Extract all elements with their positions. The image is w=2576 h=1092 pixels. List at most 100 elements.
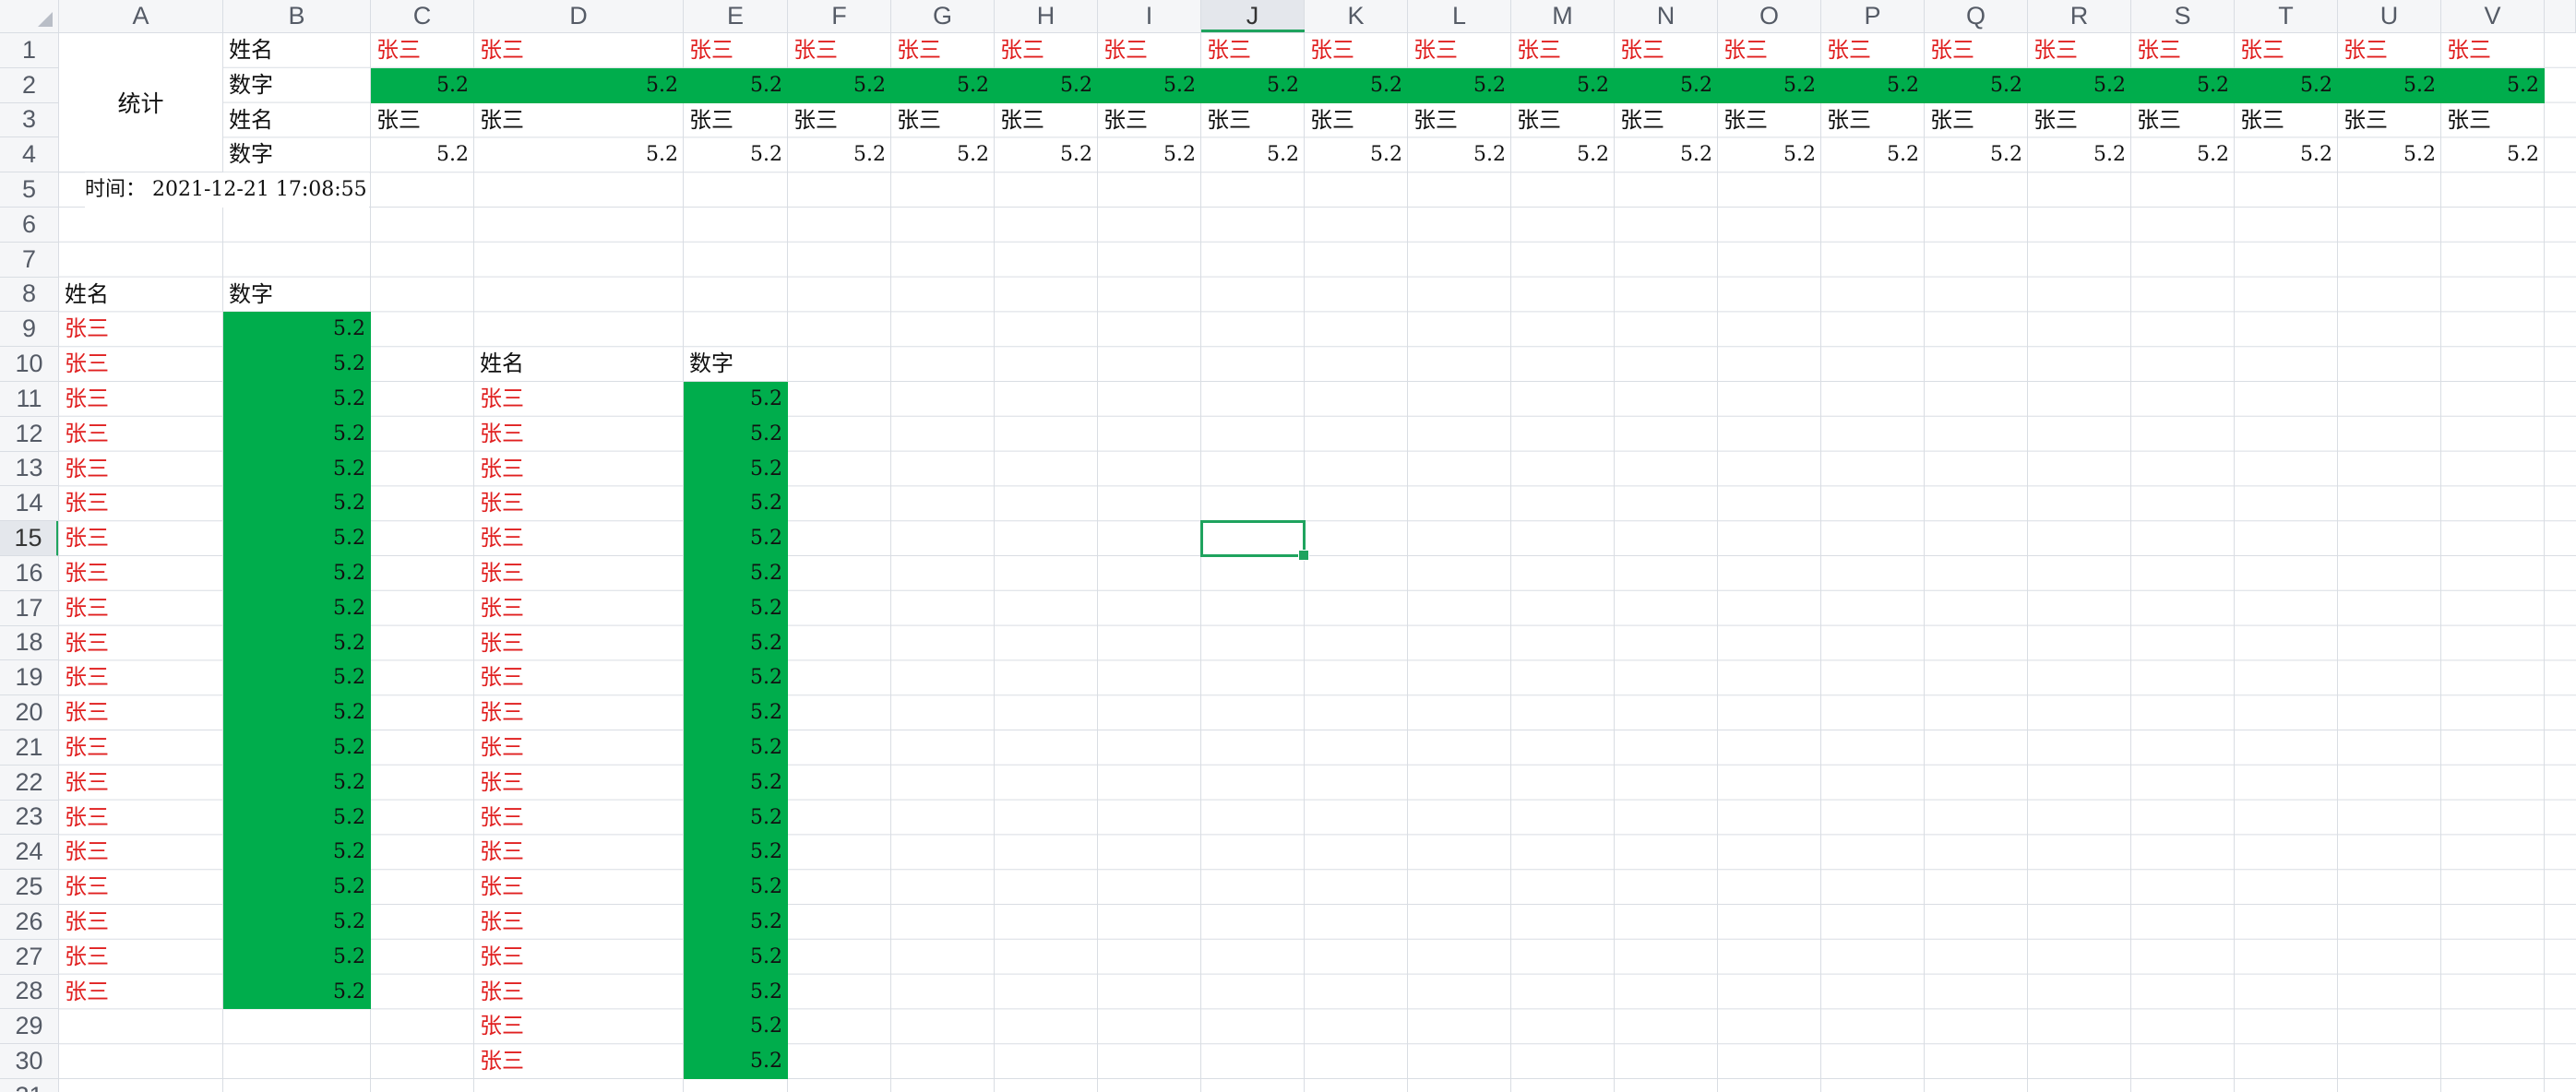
row-header-31[interactable]: 31 xyxy=(0,1079,59,1092)
row-header-9[interactable]: 9 xyxy=(0,312,59,348)
name-cell-h1[interactable]: 张三 xyxy=(995,33,1098,68)
table1-name-cell[interactable]: 张三 xyxy=(59,940,223,975)
name-cell-f1[interactable]: 张三 xyxy=(788,33,891,68)
number-cell-m4[interactable]: 5.2 xyxy=(1511,137,1615,172)
table1-number-cell[interactable]: 5.2 xyxy=(223,347,371,382)
column-header-u[interactable]: U xyxy=(2338,0,2441,33)
name-cell-c1[interactable]: 张三 xyxy=(371,33,474,68)
number-cell-n2[interactable]: 5.2 xyxy=(1615,67,1718,103)
table2-name-cell[interactable]: 张三 xyxy=(474,730,684,766)
table2-name-cell[interactable]: 张三 xyxy=(474,556,684,591)
table1-name-cell[interactable]: 张三 xyxy=(59,591,223,626)
table2-name-cell[interactable]: 张三 xyxy=(474,766,684,801)
number-cell-l2[interactable]: 5.2 xyxy=(1408,67,1511,103)
table2-number-cell[interactable]: 5.2 xyxy=(684,660,788,696)
table2-number-cell[interactable]: 5.2 xyxy=(684,625,788,661)
table1-header-name[interactable]: 姓名 xyxy=(59,278,223,313)
name-cell-u1[interactable]: 张三 xyxy=(2338,33,2441,68)
number-cell-v4[interactable]: 5.2 xyxy=(2441,137,2545,172)
table1-name-cell[interactable]: 张三 xyxy=(59,801,223,836)
table1-number-cell[interactable]: 5.2 xyxy=(223,765,371,801)
number-cell-g2[interactable]: 5.2 xyxy=(891,67,995,103)
table1-number-cell[interactable]: 5.2 xyxy=(223,939,371,975)
row-header-28[interactable]: 28 xyxy=(0,974,59,1010)
number-cell-h4[interactable]: 5.2 xyxy=(995,137,1098,172)
column-header-c[interactable]: C xyxy=(371,0,474,33)
name-cell-v3[interactable]: 张三 xyxy=(2441,103,2545,138)
table1-number-cell[interactable]: 5.2 xyxy=(223,521,371,556)
number-cell-t4[interactable]: 5.2 xyxy=(2235,137,2338,172)
table1-name-cell[interactable]: 张三 xyxy=(59,975,223,1010)
fill-handle[interactable] xyxy=(1298,549,1309,561)
name-cell-g3[interactable]: 张三 xyxy=(891,103,995,138)
table1-name-cell[interactable]: 张三 xyxy=(59,521,223,556)
label-number-row2[interactable]: 数字 xyxy=(223,68,371,103)
name-cell-j1[interactable]: 张三 xyxy=(1201,33,1305,68)
number-cell-e2[interactable]: 5.2 xyxy=(684,67,788,103)
row-header-7[interactable]: 7 xyxy=(0,242,59,278)
table2-name-cell[interactable]: 张三 xyxy=(474,486,684,521)
table2-number-cell[interactable]: 5.2 xyxy=(684,1009,788,1045)
number-cell-o4[interactable]: 5.2 xyxy=(1718,137,1821,172)
number-cell-g4[interactable]: 5.2 xyxy=(891,137,995,172)
table1-number-cell[interactable]: 5.2 xyxy=(223,625,371,661)
table2-number-cell[interactable]: 5.2 xyxy=(684,382,788,417)
number-cell-j4[interactable]: 5.2 xyxy=(1201,137,1305,172)
row-header-8[interactable]: 8 xyxy=(0,277,59,313)
table2-number-cell[interactable]: 5.2 xyxy=(684,939,788,975)
row-header-5[interactable]: 5 xyxy=(0,172,59,208)
table1-name-cell[interactable]: 张三 xyxy=(59,660,223,695)
name-cell-l3[interactable]: 张三 xyxy=(1408,103,1511,138)
table1-name-cell[interactable]: 张三 xyxy=(59,835,223,870)
column-header-h[interactable]: H xyxy=(995,0,1098,33)
number-cell-j2[interactable]: 5.2 xyxy=(1201,67,1305,103)
row-header-30[interactable]: 30 xyxy=(0,1044,59,1079)
name-cell-e3[interactable]: 张三 xyxy=(684,103,788,138)
name-cell-f3[interactable]: 张三 xyxy=(788,103,891,138)
table2-name-cell[interactable]: 张三 xyxy=(474,1009,684,1044)
table1-number-cell[interactable]: 5.2 xyxy=(223,870,371,905)
number-cell-f2[interactable]: 5.2 xyxy=(788,67,891,103)
row-header-15[interactable]: 15 xyxy=(0,521,59,556)
number-cell-s2[interactable]: 5.2 xyxy=(2131,67,2235,103)
table1-number-cell[interactable]: 5.2 xyxy=(223,905,371,940)
table1-number-cell[interactable]: 5.2 xyxy=(223,974,371,1010)
table1-name-cell[interactable]: 张三 xyxy=(59,626,223,661)
column-header-n[interactable]: N xyxy=(1615,0,1718,33)
number-cell-p2[interactable]: 5.2 xyxy=(1821,67,1925,103)
table2-number-cell[interactable]: 5.2 xyxy=(684,1044,788,1079)
row-header-16[interactable]: 16 xyxy=(0,556,59,591)
table2-name-cell[interactable]: 张三 xyxy=(474,1044,684,1079)
name-cell-t1[interactable]: 张三 xyxy=(2235,33,2338,68)
table1-number-cell[interactable]: 5.2 xyxy=(223,730,371,766)
table1-name-cell[interactable]: 张三 xyxy=(59,382,223,417)
name-cell-q3[interactable]: 张三 xyxy=(1925,103,2028,138)
table1-number-cell[interactable]: 5.2 xyxy=(223,660,371,696)
row-header-11[interactable]: 11 xyxy=(0,382,59,417)
table2-name-cell[interactable]: 张三 xyxy=(474,905,684,940)
table1-number-cell[interactable]: 5.2 xyxy=(223,695,371,730)
row-header-22[interactable]: 22 xyxy=(0,765,59,801)
table1-number-cell[interactable]: 5.2 xyxy=(223,556,371,591)
table2-number-cell[interactable]: 5.2 xyxy=(684,451,788,487)
table1-number-cell[interactable]: 5.2 xyxy=(223,451,371,487)
number-cell-m2[interactable]: 5.2 xyxy=(1511,67,1615,103)
table2-name-cell[interactable]: 张三 xyxy=(474,591,684,626)
table2-number-cell[interactable]: 5.2 xyxy=(684,905,788,940)
column-header-f[interactable]: F xyxy=(788,0,891,33)
name-cell-u3[interactable]: 张三 xyxy=(2338,103,2441,138)
name-cell-e1[interactable]: 张三 xyxy=(684,33,788,68)
row-header-23[interactable]: 23 xyxy=(0,800,59,836)
table1-number-cell[interactable]: 5.2 xyxy=(223,416,371,452)
column-header-d[interactable]: D xyxy=(474,0,684,33)
name-cell-d3[interactable]: 张三 xyxy=(474,103,684,138)
number-cell-k4[interactable]: 5.2 xyxy=(1305,137,1408,172)
row-header-2[interactable]: 2 xyxy=(0,67,59,103)
name-cell-s1[interactable]: 张三 xyxy=(2131,33,2235,68)
column-header-k[interactable]: K xyxy=(1305,0,1408,33)
table2-name-cell[interactable]: 张三 xyxy=(474,940,684,975)
name-cell-g1[interactable]: 张三 xyxy=(891,33,995,68)
label-name-row1[interactable]: 姓名 xyxy=(223,33,371,68)
row-header-24[interactable]: 24 xyxy=(0,835,59,871)
name-cell-p3[interactable]: 张三 xyxy=(1821,103,1925,138)
